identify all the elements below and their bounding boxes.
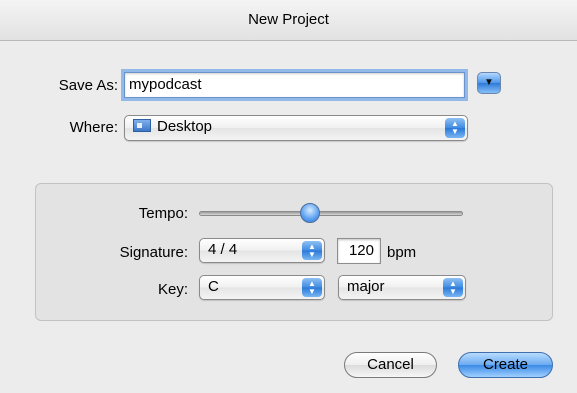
bpm-value: 120 xyxy=(348,242,374,259)
up-down-arrows-icon: ▲ ▼ xyxy=(302,278,322,297)
tempo-label: Tempo: xyxy=(138,205,188,222)
cancel-button[interactable]: Cancel xyxy=(344,352,437,378)
create-button-label: Create xyxy=(482,356,529,373)
tempo-slider-knob[interactable] xyxy=(299,203,320,223)
save-as-field[interactable]: mypodcast xyxy=(124,72,465,98)
key-mode-value: major xyxy=(347,278,385,295)
expand-dialog-button[interactable]: ▼ xyxy=(477,72,501,94)
signature-value: 4 / 4 xyxy=(208,241,238,258)
key-value: C xyxy=(208,278,219,295)
key-popup[interactable]: C ▲ ▼ xyxy=(199,275,325,300)
create-button[interactable]: Create xyxy=(458,352,553,378)
signature-label: Signature: xyxy=(119,244,188,261)
up-down-arrows-icon: ▲ ▼ xyxy=(443,278,463,297)
where-popup[interactable]: Desktop ▲ ▼ xyxy=(124,115,468,141)
key-mode-popup[interactable]: major ▲ ▼ xyxy=(338,275,466,300)
where-value: Desktop xyxy=(157,118,213,135)
window-titlebar: New Project xyxy=(0,0,577,41)
up-down-arrows-icon: ▲ ▼ xyxy=(302,241,322,260)
bpm-field[interactable]: 120 xyxy=(337,238,381,264)
chevron-down-icon: ▼ xyxy=(484,77,494,88)
key-label: Key: xyxy=(157,281,188,298)
window-title: New Project xyxy=(248,11,329,28)
save-as-value: mypodcast xyxy=(129,76,202,93)
desktop-folder-icon xyxy=(133,119,151,132)
save-as-label: Save As: xyxy=(58,77,118,94)
bpm-unit-label: bpm xyxy=(387,244,417,261)
where-label: Where: xyxy=(69,119,118,136)
cancel-button-label: Cancel xyxy=(367,356,414,373)
signature-popup[interactable]: 4 / 4 ▲ ▼ xyxy=(199,238,325,263)
up-down-arrows-icon: ▲ ▼ xyxy=(445,118,465,138)
tempo-slider-track[interactable] xyxy=(199,211,463,216)
